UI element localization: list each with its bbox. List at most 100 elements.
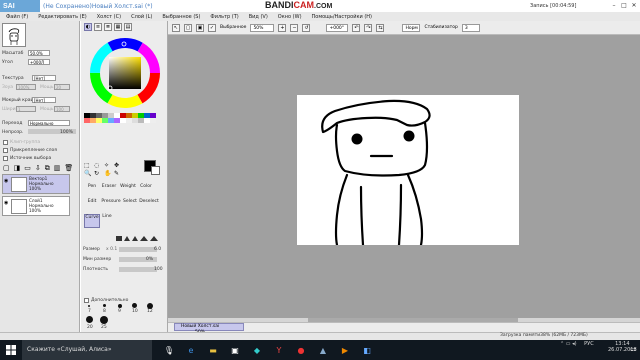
pin-layer-checkbox[interactable]: [3, 148, 8, 153]
brush-tip-icon[interactable]: [140, 236, 148, 241]
hand-icon[interactable]: ✋: [104, 170, 113, 177]
brush-preset-dot[interactable]: [88, 305, 90, 307]
eyedropper-icon[interactable]: ✎: [114, 170, 123, 177]
brush-tip-icon[interactable]: [124, 236, 130, 241]
pointer-icon[interactable]: ↖: [172, 23, 180, 32]
deselect-icon[interactable]: ▢: [184, 23, 192, 32]
tray-icons[interactable]: ⌃ ▭ ◂): [560, 341, 577, 347]
menu-window[interactable]: Окно (W): [278, 14, 302, 20]
brush-preset-dot[interactable]: [100, 316, 108, 324]
zoom-icon[interactable]: 🔍: [84, 170, 93, 177]
menu-layer[interactable]: Слой (L): [131, 14, 152, 20]
zoom-select[interactable]: 50%: [250, 23, 275, 32]
brush-preset-dot[interactable]: [86, 316, 93, 323]
edge-browser-icon[interactable]: e: [182, 341, 200, 359]
rect-select-icon[interactable]: ⬚: [84, 162, 93, 169]
new-folder-icon[interactable]: ▭: [24, 164, 31, 173]
hsv-slider-tab-icon[interactable]: ≣: [104, 23, 112, 31]
eye-icon[interactable]: ◉: [4, 178, 10, 184]
selection-source-checkbox[interactable]: [3, 156, 8, 161]
layer-row[interactable]: ◉ Вектор1 Нормально 100%: [2, 174, 70, 194]
zoom-reset-icon[interactable]: ↺: [302, 23, 311, 32]
layer-row[interactable]: ◉ Слой1 Нормально 100%: [2, 196, 70, 216]
menu-canvas[interactable]: Холст (C): [97, 14, 121, 20]
rotate-icon[interactable]: ↻: [94, 170, 103, 177]
advanced-checkbox[interactable]: [84, 298, 89, 303]
brush-preset-dot[interactable]: [103, 304, 106, 307]
navigator-preview[interactable]: [2, 23, 26, 47]
tool-pressure[interactable]: Pressure: [100, 199, 122, 204]
background-color[interactable]: [151, 166, 160, 175]
lasso-icon[interactable]: ◌: [94, 162, 103, 169]
tool-edit[interactable]: Edit: [84, 199, 100, 204]
delete-layer-icon[interactable]: 🗑: [64, 164, 73, 173]
layer-blend-select[interactable]: Нормально: [28, 120, 70, 126]
tool-line[interactable]: Line: [100, 214, 114, 219]
color-swatches[interactable]: [84, 113, 160, 123]
tool-select[interactable]: Select: [122, 199, 138, 204]
tool-curve[interactable]: Curve: [84, 214, 100, 228]
eye-icon[interactable]: ◉: [4, 200, 10, 206]
minimize-icon[interactable]: –: [610, 2, 618, 10]
store-icon[interactable]: ▣: [226, 341, 244, 359]
menu-edit[interactable]: Редактировать (E): [38, 14, 87, 20]
tool-weight[interactable]: Weight: [118, 184, 138, 189]
bandicam-icon[interactable]: ●: [292, 341, 310, 359]
sai-icon[interactable]: ▲: [314, 341, 332, 359]
brush-preset-dot[interactable]: [118, 304, 122, 308]
copy-layer-icon[interactable]: ⧉: [45, 164, 50, 173]
file-explorer-icon[interactable]: ▬: [204, 341, 222, 359]
blend-mode-select[interactable]: Норм: [402, 23, 421, 32]
notifications-icon[interactable]: ▭: [630, 345, 637, 353]
clear-layer-icon[interactable]: ▥: [54, 164, 61, 173]
microphone-icon[interactable]: 🎙: [160, 341, 178, 359]
color-wheel-tab-icon[interactable]: ◐: [84, 23, 92, 31]
move-icon[interactable]: ✥: [114, 162, 123, 169]
cortana-search[interactable]: Скажите «Слушай, Алиса»: [22, 340, 152, 360]
tool-deselect[interactable]: Deselect: [138, 199, 160, 204]
clip-group-checkbox[interactable]: [3, 140, 8, 145]
selection-checkbox[interactable]: ✓: [208, 23, 216, 32]
rotate-right-icon[interactable]: ↷: [364, 23, 373, 32]
tool-color[interactable]: Color: [138, 184, 154, 189]
color-wheel[interactable]: [84, 36, 166, 110]
tool-pen[interactable]: Pen: [84, 184, 100, 189]
tool-eraser[interactable]: Eraser: [100, 184, 118, 189]
drawing-canvas[interactable]: [297, 95, 519, 247]
new-vector-layer-icon[interactable]: ◨: [14, 164, 21, 173]
language-indicator[interactable]: РУС: [584, 341, 594, 347]
merge-down-icon[interactable]: ⇩: [35, 164, 41, 173]
texture-select[interactable]: [Нет]: [32, 75, 56, 81]
maximize-icon[interactable]: □: [620, 2, 628, 10]
app-window-icon[interactable]: ◧: [358, 341, 376, 359]
wet-edge-select[interactable]: [Нет]: [32, 97, 56, 103]
zoom-out-icon[interactable]: −: [290, 23, 299, 32]
stabilizer-select[interactable]: 3: [461, 23, 480, 32]
brush-tip-icon[interactable]: [116, 236, 122, 241]
magic-wand-icon[interactable]: ✧: [104, 162, 113, 169]
brush-tip-icon[interactable]: [150, 236, 158, 241]
menu-help[interactable]: Помощь/Настройки (H): [312, 14, 372, 20]
zoom-field[interactable]: 50.0%: [28, 50, 50, 56]
app-icon[interactable]: ◆: [248, 341, 266, 359]
rgb-slider-tab-icon[interactable]: ≡: [94, 23, 102, 31]
menu-filter[interactable]: Фильтр (T): [210, 14, 238, 20]
zoom-in-icon[interactable]: +: [278, 23, 287, 32]
media-player-icon[interactable]: ▶: [336, 341, 354, 359]
brush-preset-dot[interactable]: [132, 303, 137, 308]
density-slider[interactable]: [119, 267, 157, 272]
size-slider[interactable]: [119, 247, 157, 252]
menu-selection[interactable]: Выбранное (S): [162, 14, 200, 20]
rotation-select[interactable]: +000°: [326, 23, 349, 32]
scratchpad-tab-icon[interactable]: ▤: [124, 23, 132, 31]
new-layer-icon[interactable]: ▢: [3, 164, 10, 173]
yandex-browser-icon[interactable]: Y: [270, 341, 288, 359]
windows-start-icon[interactable]: [0, 340, 22, 360]
close-icon[interactable]: ✕: [630, 2, 638, 10]
invert-selection-icon[interactable]: ▣: [196, 23, 204, 32]
swatch-tab-icon[interactable]: ▦: [114, 23, 122, 31]
menu-view[interactable]: Вид (V): [249, 14, 268, 20]
angle-field[interactable]: +000Л: [28, 59, 50, 65]
brush-tip-icon[interactable]: [132, 236, 138, 241]
document-tab[interactable]: Новый Холст.sai 50%: [174, 323, 244, 335]
